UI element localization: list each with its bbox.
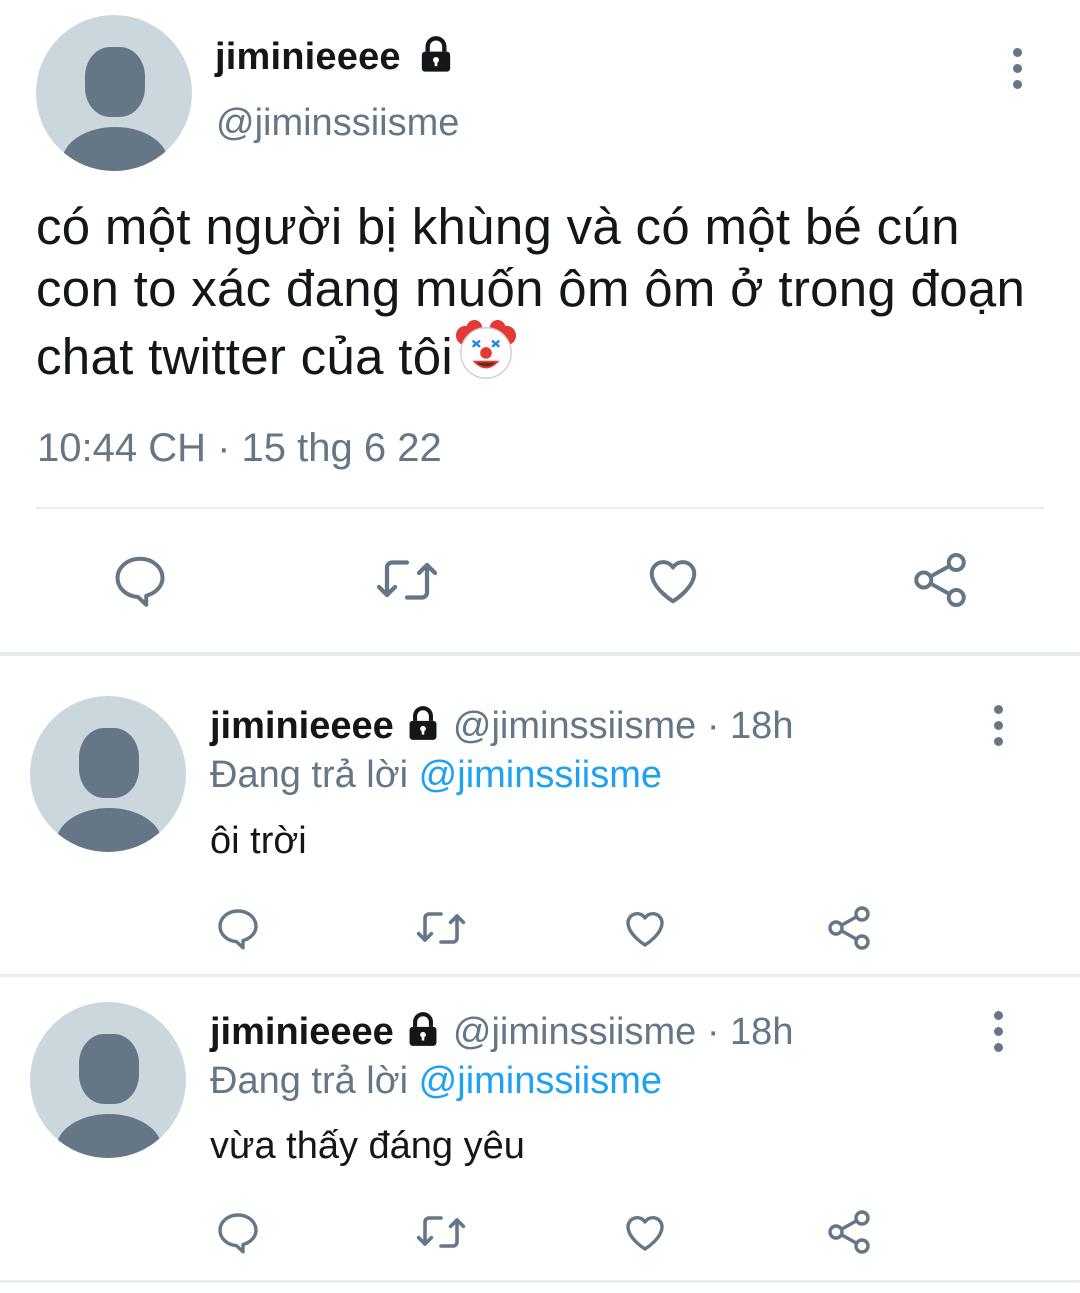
section-separator xyxy=(0,652,1080,656)
like-button[interactable] xyxy=(619,1206,671,1258)
reply-time[interactable]: 18h xyxy=(730,705,793,747)
mention-link[interactable]: @jiminssiisme xyxy=(419,754,662,796)
lock-icon xyxy=(409,1012,437,1046)
like-icon xyxy=(626,911,664,947)
reply-button[interactable] xyxy=(212,902,264,954)
lock-icon xyxy=(409,706,437,740)
like-icon xyxy=(649,560,697,604)
more-icon[interactable] xyxy=(1009,48,1025,96)
author-handle[interactable]: @jiminssiisme xyxy=(453,1011,696,1053)
reply-text: ôi trời xyxy=(210,820,307,862)
retweet-icon xyxy=(376,560,438,600)
avatar[interactable] xyxy=(36,15,192,171)
like-button[interactable] xyxy=(640,548,706,612)
author-handle[interactable]: @jiminssiisme xyxy=(453,705,696,747)
more-icon[interactable] xyxy=(990,705,1006,753)
share-button[interactable] xyxy=(823,1206,875,1258)
share-icon xyxy=(828,1210,870,1254)
retweet-icon xyxy=(416,1216,466,1248)
replying-to: Đang trả lời @jiminssiisme xyxy=(210,754,663,796)
share-button[interactable] xyxy=(908,548,972,612)
reply-icon xyxy=(115,556,165,607)
share-icon xyxy=(914,553,966,607)
separator-dot: · xyxy=(706,1011,720,1053)
reply-time[interactable]: 18h xyxy=(730,1011,793,1053)
share-icon xyxy=(828,906,870,950)
reply-icon xyxy=(218,909,258,950)
reply-header[interactable]: jiminieeee @jiminssiisme · 18h xyxy=(210,705,793,748)
author-name[interactable]: jiminieeee xyxy=(215,36,456,79)
clown-face-icon xyxy=(455,320,517,379)
reply-icon xyxy=(218,1213,258,1254)
reply-button[interactable] xyxy=(212,1206,264,1258)
retweet-button[interactable] xyxy=(372,548,442,612)
tweet-timestamp[interactable]: 10:44 CH · 15 thg 6 22 xyxy=(37,426,442,471)
more-icon[interactable] xyxy=(990,1011,1006,1059)
retweet-button[interactable] xyxy=(412,902,470,954)
retweet-button[interactable] xyxy=(412,1206,470,1258)
reply-header[interactable]: jiminieeee @jiminssiisme · 18h xyxy=(210,1011,793,1054)
share-button[interactable] xyxy=(823,902,875,954)
lock-icon xyxy=(421,36,450,72)
separator-dot: · xyxy=(706,705,720,747)
reply-button[interactable] xyxy=(108,548,172,612)
author-name[interactable]: jiminieeee xyxy=(210,705,394,747)
reply-text: vừa thấy đáng yêu xyxy=(210,1125,525,1167)
like-icon xyxy=(626,1215,664,1251)
tweet-text: có một người bị khùng và có một bé cún c… xyxy=(36,198,1026,385)
replying-to: Đang trả lời @jiminssiisme xyxy=(210,1060,663,1102)
retweet-icon xyxy=(416,912,466,944)
avatar[interactable] xyxy=(30,696,186,852)
author-name[interactable]: jiminieeee xyxy=(210,1011,394,1053)
divider xyxy=(36,507,1044,509)
avatar[interactable] xyxy=(30,1002,186,1158)
mention-link[interactable]: @jiminssiisme xyxy=(419,1060,662,1102)
section-separator xyxy=(0,1280,1080,1283)
author-handle[interactable]: @jiminssiisme xyxy=(216,102,459,145)
section-separator xyxy=(0,974,1080,977)
like-button[interactable] xyxy=(619,902,671,954)
